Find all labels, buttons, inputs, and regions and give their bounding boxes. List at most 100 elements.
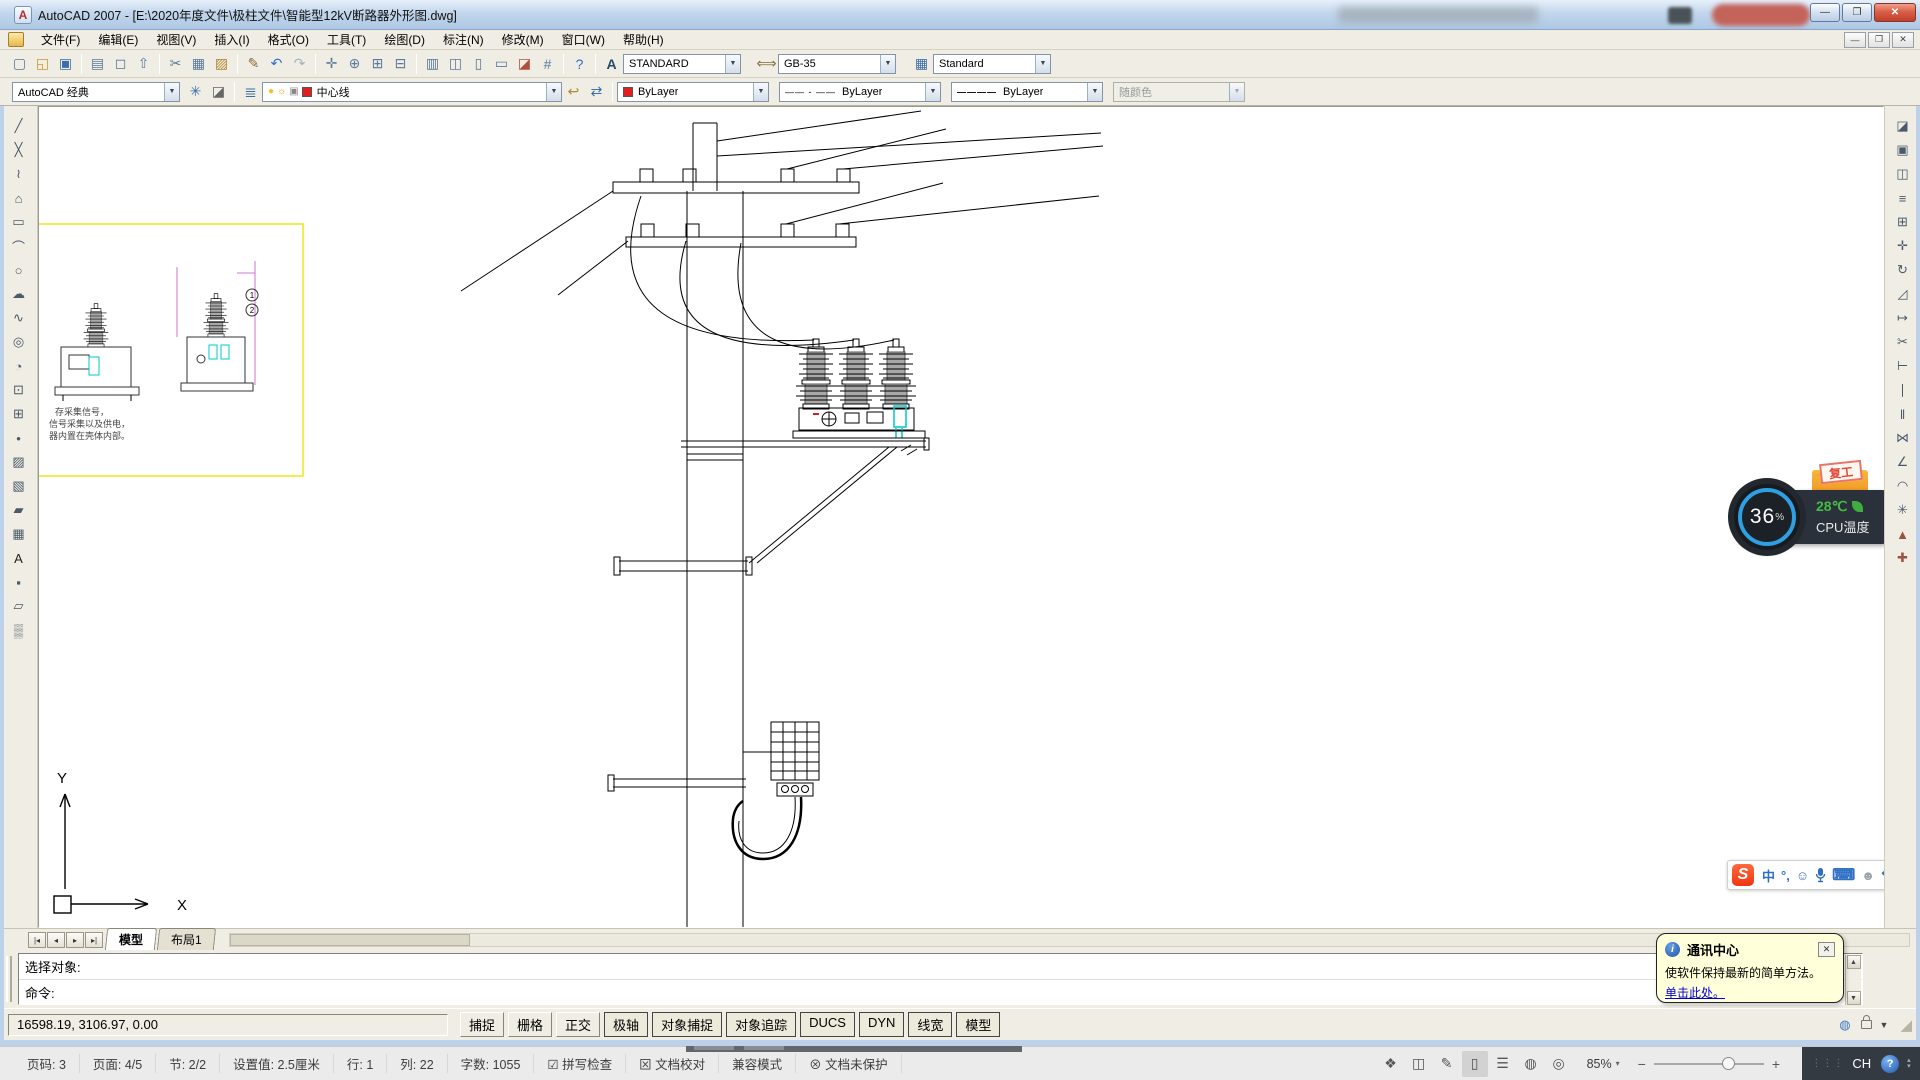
table-tool[interactable]: ▦ xyxy=(7,522,31,546)
region-tool[interactable]: ▰ xyxy=(7,498,31,522)
toggle-otrack[interactable]: 对象追踪 xyxy=(726,1012,796,1037)
menu-tools[interactable]: 工具(T) xyxy=(318,29,375,50)
toggle-grid[interactable]: 栅格 xyxy=(508,1012,552,1037)
text-style-combo[interactable]: STANDARD▼ xyxy=(623,54,741,74)
restore-button[interactable]: ❐ xyxy=(1842,3,1872,22)
title-bar[interactable]: A AutoCAD 2007 - [E:\2020年度文件\极柱文件\智能型12… xyxy=(0,0,1920,30)
menu-window[interactable]: 窗口(W) xyxy=(553,29,614,50)
wps-eye-icon[interactable]: ◎ xyxy=(1546,1051,1572,1077)
copy-object-tool[interactable]: ▣ xyxy=(1891,138,1915,162)
command-window-grip[interactable] xyxy=(6,956,12,1002)
blurred-pill-button[interactable] xyxy=(1712,4,1810,26)
move-tool[interactable]: ✛ xyxy=(1891,234,1915,258)
ime-mic-icon[interactable] xyxy=(1815,867,1826,883)
chevron-down-icon[interactable]: ▼ xyxy=(546,83,561,101)
polygon-tool[interactable]: ⌂ xyxy=(7,186,31,210)
minimize-button[interactable]: — xyxy=(1810,3,1840,22)
menu-help[interactable]: 帮助(H) xyxy=(614,29,673,50)
markup-button[interactable]: ◪ xyxy=(513,52,536,75)
spin-arrows-icon[interactable]: ▴▾ xyxy=(1907,1058,1911,1070)
chevron-down-icon[interactable]: ▼ xyxy=(925,83,940,101)
tool-palettes-button[interactable]: ▯ xyxy=(467,52,490,75)
scroll-down-icon[interactable]: ▼ xyxy=(1847,991,1861,1005)
chevron-down-icon[interactable]: ▼ xyxy=(725,55,740,73)
wps-section[interactable]: 节: 2/2 xyxy=(156,1054,220,1073)
table-style-combo[interactable]: Standard▼ xyxy=(933,54,1051,74)
extra-mod-1[interactable]: ▲ xyxy=(1891,522,1915,546)
wps-proofread[interactable]: ⊠ 文档校对 xyxy=(626,1054,719,1073)
break-point-tool[interactable]: ∣ xyxy=(1891,378,1915,402)
balloon-close-button[interactable]: ✕ xyxy=(1818,942,1835,957)
help-button[interactable]: ? xyxy=(568,52,591,75)
plot-preview-button[interactable]: ◻ xyxy=(109,52,132,75)
new-file-button[interactable]: ▢ xyxy=(8,52,31,75)
hatch-tool[interactable]: ▨ xyxy=(7,450,31,474)
wps-fullscreen-icon[interactable]: ❖ xyxy=(1378,1051,1404,1077)
help-circle-icon[interactable]: ? xyxy=(1881,1055,1899,1073)
arc-tool[interactable]: ⌒ xyxy=(7,234,31,258)
tab-next-button[interactable]: ▸ xyxy=(66,932,84,948)
chevron-down-icon[interactable]: ▼ xyxy=(1035,55,1050,73)
zoom-in-button[interactable]: + xyxy=(1772,1056,1780,1072)
toolbar-lock-icon[interactable] xyxy=(1861,1020,1872,1029)
child-minimize-button[interactable]: — xyxy=(1844,32,1866,48)
status-menu-arrow-icon[interactable]: ▼ xyxy=(1880,1020,1889,1030)
rectangle-tool[interactable]: ▭ xyxy=(7,210,31,234)
ellipse-tool[interactable]: ◎ xyxy=(7,330,31,354)
wps-wordcount[interactable]: 字数: 1055 xyxy=(448,1054,535,1073)
text-style-icon[interactable]: A xyxy=(600,52,623,75)
wps-page[interactable]: 页面: 4/5 xyxy=(80,1054,156,1073)
zoom-window-button[interactable]: ⊞ xyxy=(366,52,389,75)
menu-insert[interactable]: 插入(I) xyxy=(205,29,258,50)
workspace-combo[interactable]: AutoCAD 经典▼ xyxy=(12,82,180,102)
chamfer-tool[interactable]: ∠ xyxy=(1891,450,1915,474)
toggle-ducs[interactable]: DUCS xyxy=(800,1012,855,1037)
gradient-tool[interactable]: ▧ xyxy=(7,474,31,498)
menu-edit[interactable]: 编辑(E) xyxy=(89,29,147,50)
circle-tool[interactable]: ○ xyxy=(7,258,31,282)
tab-model[interactable]: 模型 xyxy=(105,928,157,950)
explode-tool[interactable]: ✳ xyxy=(1891,498,1915,522)
copy-button[interactable]: ▦ xyxy=(187,52,210,75)
wps-pageview-icon[interactable]: ▯ xyxy=(1462,1051,1488,1077)
balloon-link[interactable]: 单击此处。 xyxy=(1665,984,1725,1001)
wps-twopage-icon[interactable]: ◫ xyxy=(1406,1051,1432,1077)
ime-mode-chinese[interactable]: 中 xyxy=(1762,866,1775,885)
revision-cloud-tool[interactable]: ☁ xyxy=(7,282,31,306)
open-file-button[interactable]: ◱ xyxy=(31,52,54,75)
quickcalc-button[interactable]: # xyxy=(536,52,559,75)
extra-mod-2[interactable]: ✚ xyxy=(1891,546,1915,570)
undo-button[interactable]: ↶ xyxy=(265,52,288,75)
join-tool[interactable]: ⋈ xyxy=(1891,426,1915,450)
match-properties-button[interactable]: ✎ xyxy=(242,52,265,75)
menu-file[interactable]: 文件(F) xyxy=(32,29,89,50)
wps-web-icon[interactable]: ◍ xyxy=(1518,1051,1544,1077)
mirror-tool[interactable]: ◫ xyxy=(1891,162,1915,186)
tab-layout1[interactable]: 布局1 xyxy=(157,928,216,950)
scroll-up-icon[interactable]: ▲ xyxy=(1847,955,1861,969)
toggle-osnap[interactable]: 对象捕捉 xyxy=(652,1012,722,1037)
tab-last-button[interactable]: ▸| xyxy=(85,932,103,948)
redo-button[interactable]: ↷ xyxy=(288,52,311,75)
ime-indicator[interactable]: ⋮⋮⋮ CH ? ▴▾ xyxy=(1802,1047,1920,1080)
sheetset-button[interactable]: ▭ xyxy=(490,52,513,75)
pan-button[interactable]: ✛ xyxy=(320,52,343,75)
table-style-icon[interactable]: ▦ xyxy=(910,52,933,75)
publish-button[interactable]: ⇧ xyxy=(132,52,155,75)
point-tool[interactable]: • xyxy=(7,426,31,450)
wps-doc-unprotected[interactable]: ⊗ 文档未保护 xyxy=(796,1054,901,1073)
wps-setting[interactable]: 设置值: 2.5厘米 xyxy=(220,1054,334,1073)
ime-emoji-icon[interactable]: ☺ xyxy=(1796,868,1809,883)
make-layer-current-icon[interactable]: ↩ xyxy=(562,80,585,103)
lineweight-combo[interactable]: ———— ByLayer ▼ xyxy=(951,82,1103,102)
ime-language[interactable]: CH xyxy=(1852,1056,1871,1071)
toggle-model[interactable]: 模型 xyxy=(956,1012,1000,1037)
polyline-tool[interactable]: ≀ xyxy=(7,162,31,186)
drawing-canvas[interactable]: 1 2 存采集信号， 信号采集以及供电， 器内置在壳体内部。 xyxy=(38,106,1884,928)
line-tool[interactable]: ╱ xyxy=(7,114,31,138)
menu-modify[interactable]: 修改(M) xyxy=(493,29,553,50)
break-tool[interactable]: ‖ xyxy=(1891,402,1915,426)
toggle-lineweight[interactable]: 线宽 xyxy=(908,1012,952,1037)
tab-first-button[interactable]: |◂ xyxy=(28,932,46,948)
communication-center-icon[interactable]: ◍ xyxy=(1839,1017,1850,1033)
